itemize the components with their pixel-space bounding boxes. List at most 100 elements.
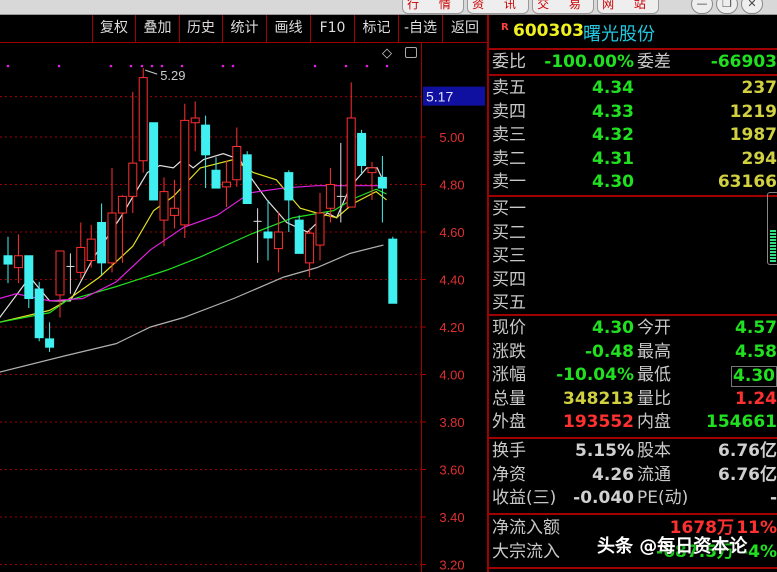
quote-label: 今开 xyxy=(637,318,671,338)
buy-level-row[interactable]: 买二 xyxy=(489,222,777,245)
event-marker-dot xyxy=(150,64,154,68)
quote-value: 4.57 xyxy=(735,318,777,338)
event-marker-dot xyxy=(140,64,144,68)
quote-label: 现价 xyxy=(492,318,526,338)
window-tab-market[interactable]: 行 情 xyxy=(402,0,464,14)
quote-row: 涨幅 -10.04% 最低 4.30 xyxy=(489,364,777,387)
event-marker-dot xyxy=(231,64,235,68)
diamond-icon[interactable]: ◇ xyxy=(382,46,392,61)
candle-body xyxy=(107,212,117,264)
buy-level-label: 买二 xyxy=(492,222,526,243)
window-tab-news[interactable]: 资 讯 xyxy=(467,0,529,14)
quote-label: 涨幅 xyxy=(492,365,526,385)
fundamental-label: 收益(三) xyxy=(492,488,557,508)
statistics-button[interactable]: 统计 xyxy=(222,15,266,42)
fundamental-row: 净资 4.26 流通 6.76亿 xyxy=(489,464,777,487)
sell-volume: 63166 xyxy=(717,172,777,192)
stock-name: 曙光股份 xyxy=(583,24,655,45)
draw-line-button[interactable]: 画线 xyxy=(266,15,310,42)
candle-body xyxy=(325,184,335,209)
candle-body xyxy=(149,122,159,201)
sell-level-label: 卖一 xyxy=(492,172,526,192)
event-marker-dot xyxy=(221,64,225,68)
candle-body xyxy=(357,132,367,166)
quote-label: 内盘 xyxy=(637,412,671,432)
f10-button[interactable]: F10 xyxy=(310,15,354,42)
history-button[interactable]: 历史 xyxy=(179,15,222,42)
sell-level-label: 卖四 xyxy=(492,101,526,122)
candle-body xyxy=(294,219,304,254)
restore-rights-button[interactable]: 复权 xyxy=(92,15,135,42)
sell-level-label: 卖二 xyxy=(492,148,526,169)
event-marker-dot xyxy=(313,64,317,68)
buy-level-row[interactable]: 买四 xyxy=(489,269,777,292)
event-marker-dot xyxy=(160,64,164,68)
candle-body xyxy=(305,232,315,264)
fundamental-label: PE(动) xyxy=(637,488,689,508)
candle-body xyxy=(377,176,387,189)
fundamental-row: 换手 5.15% 股本 6.76亿 xyxy=(489,440,777,463)
panel-toggle-icon[interactable] xyxy=(405,47,417,58)
y-tick-label: 5.00 xyxy=(439,130,464,145)
minimize-icon[interactable]: — xyxy=(691,0,713,14)
back-button[interactable]: 返回 xyxy=(442,15,487,42)
fundamental-value: 4.26 xyxy=(592,464,634,485)
candle-body xyxy=(263,231,273,239)
window-title-bar: 行 情 资 讯 交 易 网 站 — ❐ ✕ xyxy=(0,0,777,15)
high-annotation-arrow xyxy=(145,69,158,75)
sell-volume: 294 xyxy=(741,148,777,169)
fundamental-label: 净资 xyxy=(492,464,526,485)
candle-body xyxy=(76,246,86,273)
sell-level-row[interactable]: 卖四 4.33 1219 xyxy=(489,101,777,124)
fundamental-value: 5.15% xyxy=(575,441,634,461)
fundamental-value: 6.76亿 xyxy=(718,464,777,485)
y-tick-label: 4.80 xyxy=(439,178,464,193)
candle-body xyxy=(284,172,294,201)
event-marker-dot xyxy=(385,64,389,68)
candlestick-chart[interactable]: 5.00 4.80 4.60 4.40 4.20 4.00 3.80 3.60 3.40 3.20… xyxy=(0,43,487,572)
quote-value: 193552 xyxy=(563,412,634,432)
quote-value: 154661 xyxy=(706,412,777,432)
quote-row: 涨跌 -0.48 最高 4.58 xyxy=(489,341,777,364)
candle-body xyxy=(242,154,252,204)
overlay-button[interactable]: 叠加 xyxy=(135,15,179,42)
divider xyxy=(489,74,777,76)
candle-body xyxy=(138,77,148,162)
sell-price: 4.30 xyxy=(592,172,634,192)
candle-body xyxy=(117,195,127,214)
candle-body xyxy=(45,338,55,348)
candle-body xyxy=(190,117,200,124)
close-icon[interactable]: ✕ xyxy=(741,0,763,14)
quote-value: 1.24 xyxy=(735,388,777,409)
candle-body xyxy=(180,119,190,226)
sell-level-label: 卖三 xyxy=(492,125,526,145)
buy-level-row[interactable]: 买五 xyxy=(489,292,777,315)
add-watchlist-button[interactable]: -自选 xyxy=(398,15,442,42)
sell-level-row[interactable]: 卖一 4.30 63166 xyxy=(489,171,777,194)
divider xyxy=(489,513,777,515)
fundamental-value: 6.76亿 xyxy=(718,441,777,461)
fundamental-label: 股本 xyxy=(637,441,671,461)
candle-body xyxy=(159,191,169,221)
buy-level-row[interactable]: 买三 xyxy=(489,245,777,268)
divider xyxy=(489,437,777,439)
candle-body xyxy=(86,238,96,261)
divider xyxy=(489,195,777,197)
sell-level-row[interactable]: 卖五 4.34 237 xyxy=(489,77,777,100)
restore-icon[interactable]: ❐ xyxy=(716,0,738,14)
candle-body xyxy=(128,162,138,197)
window-tab-website[interactable]: 网 站 xyxy=(597,0,659,14)
quote-row: 外盘 193552 内盘 154661 xyxy=(489,411,777,434)
mark-button[interactable]: 标记 xyxy=(354,15,398,42)
high-annotation-label: 5.29 xyxy=(160,68,185,83)
buy-level-label: 买五 xyxy=(492,293,526,313)
candle-body xyxy=(315,212,325,246)
quote-label: 涨跌 xyxy=(492,341,526,362)
window-tab-trade[interactable]: 交 易 xyxy=(532,0,594,14)
sell-level-row[interactable]: 卖二 4.31 294 xyxy=(489,148,777,171)
sell-price: 4.34 xyxy=(592,78,634,98)
candle-body xyxy=(55,250,65,296)
sell-level-row[interactable]: 卖三 4.32 1987 xyxy=(489,124,777,147)
buy-level-row[interactable]: 买一 xyxy=(489,198,777,221)
quote-label: 总量 xyxy=(492,388,526,409)
